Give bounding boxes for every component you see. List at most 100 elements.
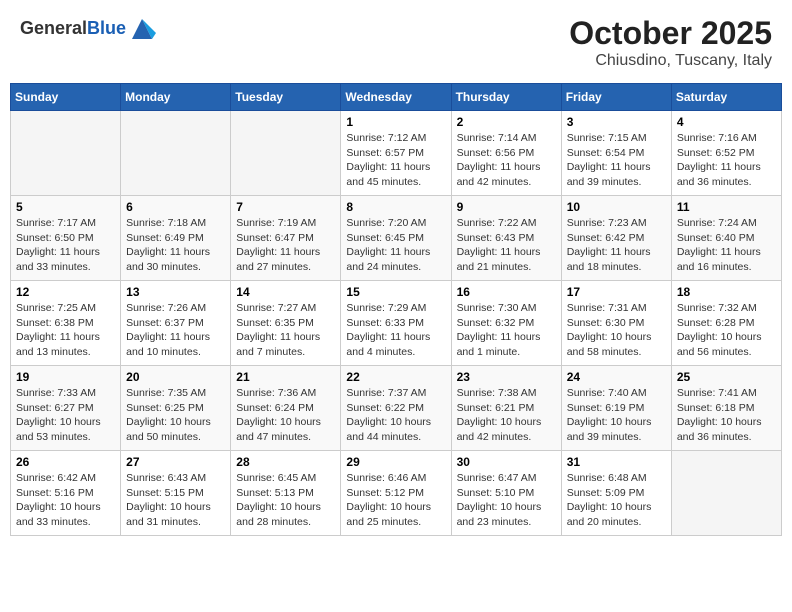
day-info: Sunrise: 7:22 AMSunset: 6:43 PMDaylight:…	[457, 216, 556, 275]
calendar-cell: 16 Sunrise: 7:30 AMSunset: 6:32 PMDayligh…	[451, 281, 561, 366]
calendar-cell: 3 Sunrise: 7:15 AMSunset: 6:54 PMDaylight…	[561, 111, 671, 196]
day-number: 7	[236, 200, 335, 214]
day-number: 5	[16, 200, 115, 214]
weekday-header-row: SundayMondayTuesdayWednesdayThursdayFrid…	[11, 84, 782, 111]
day-info: Sunrise: 6:47 AMSunset: 5:10 PMDaylight:…	[457, 471, 556, 530]
calendar-cell: 15 Sunrise: 7:29 AMSunset: 6:33 PMDayligh…	[341, 281, 451, 366]
day-number: 28	[236, 455, 335, 469]
month-title: October 2025	[569, 15, 772, 52]
title-block: October 2025 Chiusdino, Tuscany, Italy	[569, 15, 772, 70]
day-info: Sunrise: 7:17 AMSunset: 6:50 PMDaylight:…	[16, 216, 115, 275]
day-number: 6	[126, 200, 225, 214]
day-info: Sunrise: 7:29 AMSunset: 6:33 PMDaylight:…	[346, 301, 445, 360]
day-number: 9	[457, 200, 556, 214]
day-info: Sunrise: 7:36 AMSunset: 6:24 PMDaylight:…	[236, 386, 335, 445]
calendar-row-1: 5 Sunrise: 7:17 AMSunset: 6:50 PMDaylight…	[11, 196, 782, 281]
day-info: Sunrise: 7:37 AMSunset: 6:22 PMDaylight:…	[346, 386, 445, 445]
day-number: 25	[677, 370, 776, 384]
day-number: 1	[346, 115, 445, 129]
logo-general-text: General	[20, 18, 87, 38]
calendar-cell: 14Sunrise: 7:27 AMSunset: 6:35 PMDayligh…	[231, 281, 341, 366]
day-number: 20	[126, 370, 225, 384]
calendar-cell: 10 Sunrise: 7:23 AMSunset: 6:42 PMDayligh…	[561, 196, 671, 281]
calendar-cell: 5 Sunrise: 7:17 AMSunset: 6:50 PMDaylight…	[11, 196, 121, 281]
day-info: Sunrise: 7:32 AMSunset: 6:28 PMDaylight:…	[677, 301, 776, 360]
calendar-cell	[231, 111, 341, 196]
location-text: Chiusdino, Tuscany, Italy	[569, 52, 772, 70]
day-info: Sunrise: 7:40 AMSunset: 6:19 PMDaylight:…	[567, 386, 666, 445]
logo: GeneralBlue	[20, 15, 156, 43]
day-number: 12	[16, 285, 115, 299]
day-info: Sunrise: 7:23 AMSunset: 6:42 PMDaylight:…	[567, 216, 666, 275]
day-number: 2	[457, 115, 556, 129]
day-info: Sunrise: 7:15 AMSunset: 6:54 PMDaylight:…	[567, 131, 666, 190]
calendar-cell: 6 Sunrise: 7:18 AMSunset: 6:49 PMDaylight…	[121, 196, 231, 281]
day-number: 21	[236, 370, 335, 384]
calendar-cell: 24 Sunrise: 7:40 AMSunset: 6:19 PMDayligh…	[561, 366, 671, 451]
calendar-cell: 26 Sunrise: 6:42 AMSunset: 5:16 PMDayligh…	[11, 451, 121, 536]
day-info: Sunrise: 7:30 AMSunset: 6:32 PMDaylight:…	[457, 301, 556, 360]
day-info: Sunrise: 7:19 AMSunset: 6:47 PMDaylight:…	[236, 216, 335, 275]
day-info: Sunrise: 7:38 AMSunset: 6:21 PMDaylight:…	[457, 386, 556, 445]
day-info: Sunrise: 7:25 AMSunset: 6:38 PMDaylight:…	[16, 301, 115, 360]
day-number: 24	[567, 370, 666, 384]
day-info: Sunrise: 7:12 AMSunset: 6:57 PMDaylight:…	[346, 131, 445, 190]
day-number: 3	[567, 115, 666, 129]
calendar-cell: 7 Sunrise: 7:19 AMSunset: 6:47 PMDaylight…	[231, 196, 341, 281]
calendar-cell: 30Sunrise: 6:47 AMSunset: 5:10 PMDayligh…	[451, 451, 561, 536]
calendar-cell: 23 Sunrise: 7:38 AMSunset: 6:21 PMDayligh…	[451, 366, 561, 451]
calendar-cell	[671, 451, 781, 536]
weekday-header-wednesday: Wednesday	[341, 84, 451, 111]
calendar-cell	[121, 111, 231, 196]
calendar-cell: 29Sunrise: 6:46 AMSunset: 5:12 PMDayligh…	[341, 451, 451, 536]
logo-icon	[128, 15, 156, 43]
calendar-cell: 12 Sunrise: 7:25 AMSunset: 6:38 PMDayligh…	[11, 281, 121, 366]
day-info: Sunrise: 7:35 AMSunset: 6:25 PMDaylight:…	[126, 386, 225, 445]
weekday-header-sunday: Sunday	[11, 84, 121, 111]
calendar-cell: 13 Sunrise: 7:26 AMSunset: 6:37 PMDayligh…	[121, 281, 231, 366]
day-number: 31	[567, 455, 666, 469]
calendar-cell: 19 Sunrise: 7:33 AMSunset: 6:27 PMDayligh…	[11, 366, 121, 451]
day-number: 8	[346, 200, 445, 214]
day-info: Sunrise: 6:45 AMSunset: 5:13 PMDaylight:…	[236, 471, 335, 530]
day-number: 15	[346, 285, 445, 299]
day-number: 26	[16, 455, 115, 469]
calendar-cell: 1 Sunrise: 7:12 AMSunset: 6:57 PMDaylight…	[341, 111, 451, 196]
calendar-cell: 9 Sunrise: 7:22 AMSunset: 6:43 PMDaylight…	[451, 196, 561, 281]
calendar-cell: 20 Sunrise: 7:35 AMSunset: 6:25 PMDayligh…	[121, 366, 231, 451]
calendar-cell: 22Sunrise: 7:37 AMSunset: 6:22 PMDayligh…	[341, 366, 451, 451]
day-number: 23	[457, 370, 556, 384]
calendar-cell: 25 Sunrise: 7:41 AMSunset: 6:18 PMDayligh…	[671, 366, 781, 451]
day-info: Sunrise: 7:18 AMSunset: 6:49 PMDaylight:…	[126, 216, 225, 275]
day-info: Sunrise: 7:33 AMSunset: 6:27 PMDaylight:…	[16, 386, 115, 445]
day-info: Sunrise: 6:42 AMSunset: 5:16 PMDaylight:…	[16, 471, 115, 530]
weekday-header-saturday: Saturday	[671, 84, 781, 111]
calendar-cell: 11 Sunrise: 7:24 AMSunset: 6:40 PMDayligh…	[671, 196, 781, 281]
day-info: Sunrise: 6:43 AMSunset: 5:15 PMDaylight:…	[126, 471, 225, 530]
day-number: 10	[567, 200, 666, 214]
day-number: 19	[16, 370, 115, 384]
day-number: 27	[126, 455, 225, 469]
day-number: 16	[457, 285, 556, 299]
calendar-table: SundayMondayTuesdayWednesdayThursdayFrid…	[10, 83, 782, 536]
day-info: Sunrise: 7:31 AMSunset: 6:30 PMDaylight:…	[567, 301, 666, 360]
calendar-cell: 27 Sunrise: 6:43 AMSunset: 5:15 PMDayligh…	[121, 451, 231, 536]
day-info: Sunrise: 7:41 AMSunset: 6:18 PMDaylight:…	[677, 386, 776, 445]
day-number: 4	[677, 115, 776, 129]
calendar-cell: 18Sunrise: 7:32 AMSunset: 6:28 PMDayligh…	[671, 281, 781, 366]
day-info: Sunrise: 7:24 AMSunset: 6:40 PMDaylight:…	[677, 216, 776, 275]
day-number: 13	[126, 285, 225, 299]
day-info: Sunrise: 7:20 AMSunset: 6:45 PMDaylight:…	[346, 216, 445, 275]
calendar-row-3: 19 Sunrise: 7:33 AMSunset: 6:27 PMDayligh…	[11, 366, 782, 451]
day-number: 29	[346, 455, 445, 469]
weekday-header-tuesday: Tuesday	[231, 84, 341, 111]
calendar-row-0: 1 Sunrise: 7:12 AMSunset: 6:57 PMDaylight…	[11, 111, 782, 196]
weekday-header-friday: Friday	[561, 84, 671, 111]
day-info: Sunrise: 7:26 AMSunset: 6:37 PMDaylight:…	[126, 301, 225, 360]
weekday-header-thursday: Thursday	[451, 84, 561, 111]
day-number: 11	[677, 200, 776, 214]
calendar-cell: 28 Sunrise: 6:45 AMSunset: 5:13 PMDayligh…	[231, 451, 341, 536]
logo-blue-text: Blue	[87, 18, 126, 38]
calendar-cell: 2Sunrise: 7:14 AMSunset: 6:56 PMDaylight…	[451, 111, 561, 196]
day-info: Sunrise: 7:16 AMSunset: 6:52 PMDaylight:…	[677, 131, 776, 190]
